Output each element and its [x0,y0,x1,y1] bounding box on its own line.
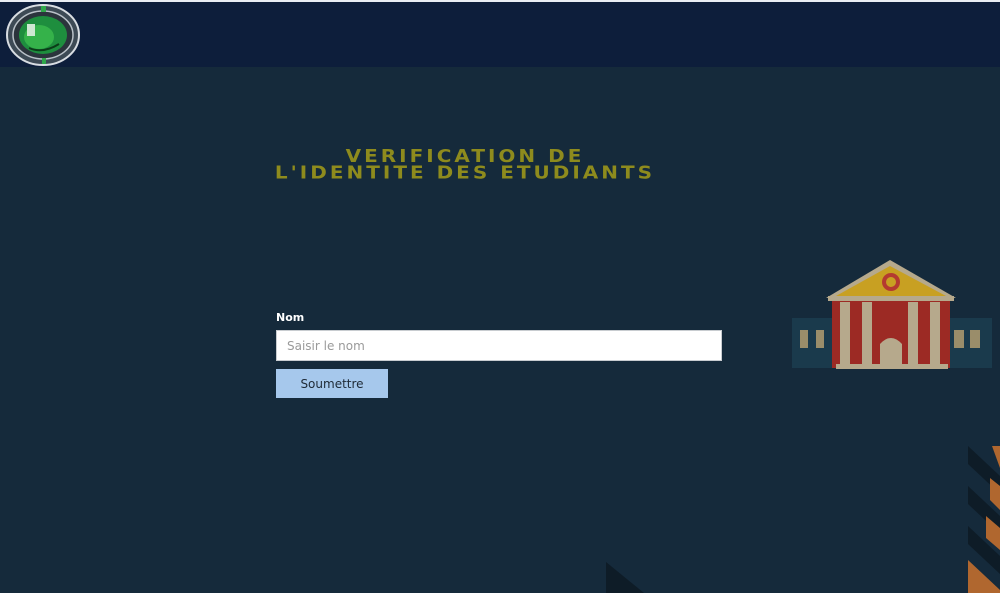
top-header-bar [0,0,1000,67]
university-building-icon [792,260,992,369]
name-input[interactable] [276,330,722,361]
submit-button[interactable]: Soumettre [276,369,388,398]
university-seal-logo[interactable] [5,4,81,66]
corner-triangle-decoration [606,562,644,593]
name-label: Nom [276,311,305,324]
diagonal-stripes-decoration [968,446,1000,593]
page-title-line-2: L'IDENTITE DES ETUDIANTS [274,161,656,183]
page-title: VERIFICATION DE L'IDENTITE DES ETUDIANTS [0,147,930,183]
identity-verification-form: Nom Soumettre [276,311,722,398]
